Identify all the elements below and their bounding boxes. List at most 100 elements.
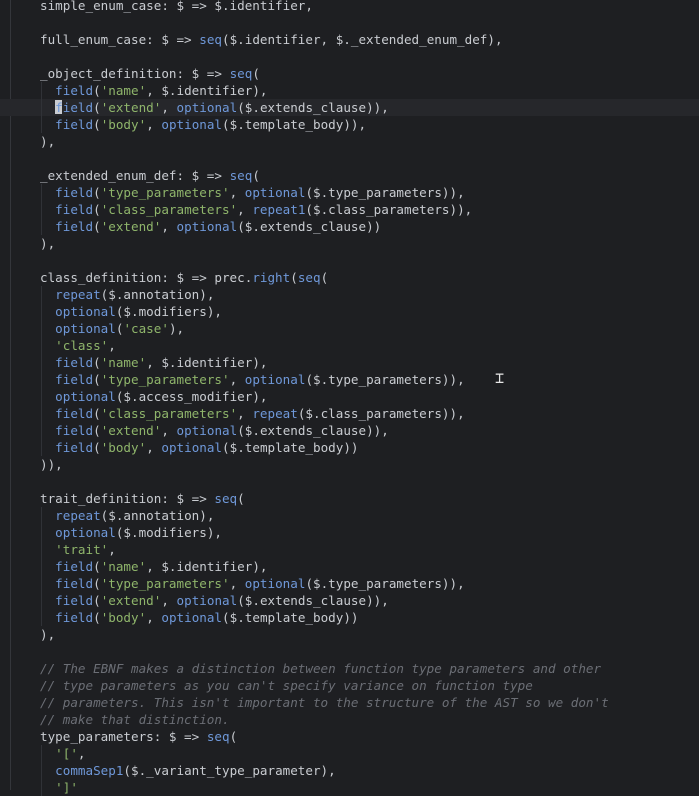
code-line[interactable]: optional('case'),: [0, 320, 699, 337]
code-token: seq: [297, 270, 321, 285]
code-token: field: [55, 406, 94, 421]
code-line[interactable]: 'class',: [0, 337, 699, 354]
indent-guide: [41, 388, 42, 405]
code-line[interactable]: ),: [0, 626, 699, 643]
code-token: 'name': [100, 83, 147, 98]
code-token: field: [55, 202, 94, 217]
code-line[interactable]: [0, 150, 699, 167]
code-line[interactable]: 'trait',: [0, 541, 699, 558]
code-token: ,: [229, 576, 245, 591]
code-token: ($.extends_clause)),: [237, 593, 389, 608]
code-token: (: [93, 576, 101, 591]
code-line[interactable]: [0, 48, 699, 65]
code-line[interactable]: optional($.access_modifier),: [0, 388, 699, 405]
code-line[interactable]: repeat($.annotation),: [0, 507, 699, 524]
code-line[interactable]: commaSep1($._variant_type_parameter),: [0, 762, 699, 779]
code-line[interactable]: field('body', optional($.template_body)): [0, 439, 699, 456]
code-line[interactable]: [0, 252, 699, 269]
code-line[interactable]: // parameters. This isn't important to t…: [0, 694, 699, 711]
code-line[interactable]: _object_definition: $ => seq(: [0, 65, 699, 82]
code-token: field: [55, 593, 94, 608]
code-token: ,: [161, 423, 177, 438]
code-line[interactable]: [0, 14, 699, 31]
code-token: ,: [229, 185, 245, 200]
code-line[interactable]: ']': [0, 779, 699, 796]
code-line[interactable]: field('body', optional($.template_body)): [0, 609, 699, 626]
code-line[interactable]: type_parameters: $ => seq(: [0, 728, 699, 745]
code-line[interactable]: // type parameters as you can't specify …: [0, 677, 699, 694]
code-token: (: [93, 423, 101, 438]
code-token: 'case': [123, 321, 169, 336]
code-token: seq: [206, 729, 230, 744]
code-token: (: [93, 610, 101, 625]
code-token: full_enum_case: $ =>: [40, 32, 200, 47]
indent-guide: [41, 524, 42, 541]
code-token: 'body': [100, 440, 147, 455]
code-token: repeat: [55, 287, 101, 302]
code-token: optional: [55, 525, 116, 540]
code-line[interactable]: repeat($.annotation),: [0, 286, 699, 303]
code-line[interactable]: field('name', $.identifier),: [0, 558, 699, 575]
code-line[interactable]: field('extend', optional($.extends_claus…: [0, 592, 699, 609]
code-line[interactable]: ),: [0, 133, 699, 150]
code-token: ),: [40, 236, 56, 251]
code-editor[interactable]: simple_enum_case: $ => $.identifier, full…: [0, 0, 699, 796]
code-line[interactable]: field('type_parameters', optional($.type…: [0, 575, 699, 592]
indent-guide: [41, 575, 42, 592]
code-line[interactable]: // make that distinction.: [0, 711, 699, 728]
code-token: (: [93, 83, 101, 98]
code-token: 'body': [100, 610, 147, 625]
code-token: (: [320, 270, 329, 285]
code-token: 'body': [100, 117, 147, 132]
code-line[interactable]: [0, 473, 699, 490]
code-line[interactable]: class_definition: $ => prec.right(seq(: [0, 269, 699, 286]
code-line[interactable]: optional($.modifiers),: [0, 524, 699, 541]
code-token: ,: [77, 746, 86, 761]
code-token: ,: [108, 542, 116, 557]
indent-guide: [41, 439, 42, 456]
code-line[interactable]: field('type_parameters', optional($.type…: [0, 371, 699, 388]
code-line[interactable]: optional($.modifiers),: [0, 303, 699, 320]
code-token: (: [290, 270, 298, 285]
code-line[interactable]: '[',: [0, 745, 699, 762]
code-line[interactable]: field('type_parameters', optional($.type…: [0, 184, 699, 201]
code-line[interactable]: simple_enum_case: $ => $.identifier,: [0, 0, 699, 14]
code-line[interactable]: field('extend', optional($.extends_claus…: [0, 218, 699, 235]
code-line[interactable]: full_enum_case: $ => seq($.identifier, $…: [0, 31, 699, 48]
code-token: repeat: [252, 406, 298, 421]
code-token: field: [55, 219, 94, 234]
code-token: _extended_enum_def: $ =>: [40, 168, 230, 183]
indent-guide: [41, 779, 42, 796]
code-line[interactable]: field('class_parameters', repeat($.class…: [0, 405, 699, 422]
code-token: , $.identifier),: [146, 355, 268, 370]
code-line[interactable]: field('body', optional($.template_body))…: [0, 116, 699, 133]
code-token: (: [93, 593, 101, 608]
code-line[interactable]: // The EBNF makes a distinction between …: [0, 660, 699, 677]
indent-guide: [41, 184, 42, 201]
code-line[interactable]: [0, 643, 699, 660]
indent-guide: [41, 116, 42, 133]
code-token: repeat: [55, 508, 101, 523]
code-token: field: [55, 117, 94, 132]
code-line[interactable]: field('name', $.identifier),: [0, 354, 699, 371]
code-token: (: [93, 117, 101, 132]
code-line[interactable]: field('name', $.identifier),: [0, 82, 699, 99]
code-line[interactable]: _extended_enum_def: $ => seq(: [0, 167, 699, 184]
code-line[interactable]: ),: [0, 235, 699, 252]
code-line-current[interactable]: field('extend', optional($.extends_claus…: [0, 99, 699, 116]
code-line[interactable]: trait_definition: $ => seq(: [0, 490, 699, 507]
code-line[interactable]: field('extend', optional($.extends_claus…: [0, 422, 699, 439]
code-token: ($.extends_clause)): [237, 219, 382, 234]
code-token: (: [252, 168, 260, 183]
code-token: ,: [108, 338, 116, 353]
code-line[interactable]: )),: [0, 456, 699, 473]
code-line[interactable]: field('class_parameters', repeat1($.clas…: [0, 201, 699, 218]
code-token: commaSep1: [55, 763, 124, 778]
